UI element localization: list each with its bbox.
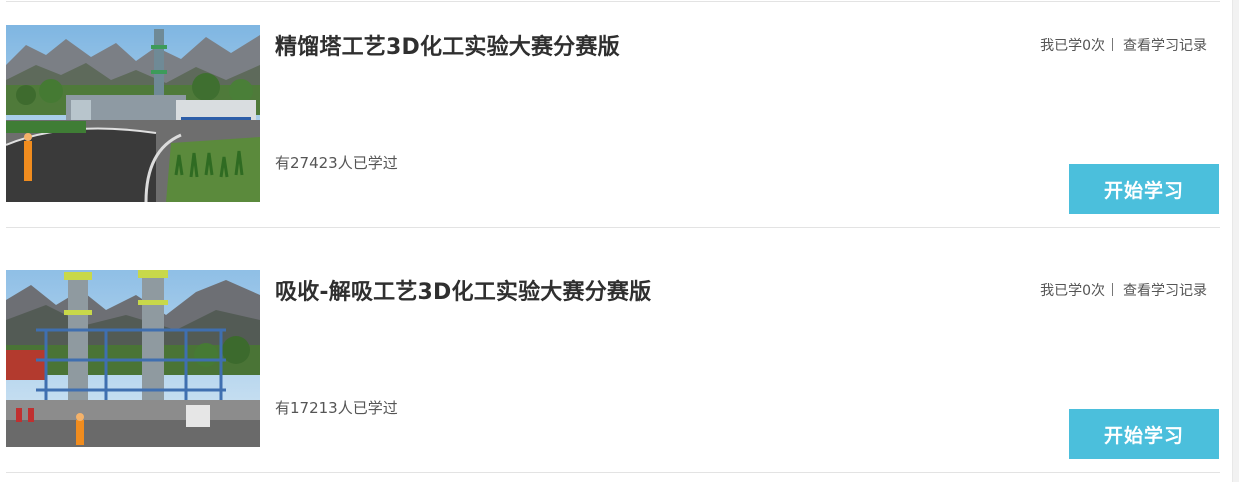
learner-count: 有27423人已学过 bbox=[275, 154, 398, 172]
distillation-plant-scene bbox=[6, 25, 260, 202]
divider bbox=[6, 227, 1220, 228]
course-title[interactable]: 吸收-解吸工艺3D化工实验大赛分赛版 bbox=[275, 274, 651, 306]
my-study-count: 我已学0次 bbox=[1040, 38, 1105, 54]
course-meta: 我已学0次 查看学习记录 bbox=[1040, 280, 1207, 300]
course-list: 精馏塔工艺3D化工实验大赛分赛版 我已学0次 查看学习记录 有27423人已学过 … bbox=[0, 0, 1239, 482]
course-thumbnail[interactable] bbox=[6, 25, 260, 202]
absorption-plant-scene bbox=[6, 270, 260, 447]
divider bbox=[6, 472, 1220, 473]
course-meta: 我已学0次 查看学习记录 bbox=[1040, 35, 1207, 55]
scrollbar[interactable] bbox=[1232, 0, 1239, 482]
meta-separator bbox=[1112, 38, 1113, 51]
view-records-link[interactable]: 查看学习记录 bbox=[1123, 283, 1207, 299]
meta-separator bbox=[1112, 283, 1113, 296]
learner-count: 有17213人已学过 bbox=[275, 399, 398, 417]
my-study-count: 我已学0次 bbox=[1040, 283, 1105, 299]
start-learning-button[interactable]: 开始学习 bbox=[1069, 164, 1219, 214]
course-card: 精馏塔工艺3D化工实验大赛分赛版 我已学0次 查看学习记录 有27423人已学过 … bbox=[6, 25, 1220, 215]
view-records-link[interactable]: 查看学习记录 bbox=[1123, 38, 1207, 54]
start-learning-button[interactable]: 开始学习 bbox=[1069, 409, 1219, 459]
course-title[interactable]: 精馏塔工艺3D化工实验大赛分赛版 bbox=[275, 29, 620, 61]
divider bbox=[6, 1, 1220, 2]
course-card: 吸收-解吸工艺3D化工实验大赛分赛版 我已学0次 查看学习记录 有17213人已学… bbox=[6, 270, 1220, 460]
course-thumbnail[interactable] bbox=[6, 270, 260, 447]
